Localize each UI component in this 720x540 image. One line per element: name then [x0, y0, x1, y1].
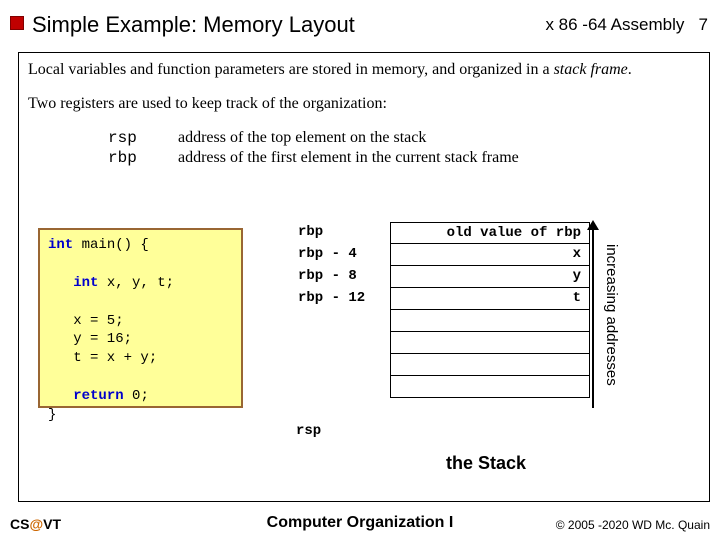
footer-right: © 2005 -2020 WD Mc. Quain	[556, 518, 710, 532]
stack-row: rbp - 4 x	[296, 244, 696, 266]
code-text: 0;	[124, 388, 149, 404]
paragraph-1: Local variables and function parameters …	[28, 60, 702, 80]
stack-offset-label: rbp	[296, 224, 390, 242]
stack-cell	[390, 310, 590, 332]
reg-row-rsp: rsp address of the top element on the st…	[108, 128, 702, 148]
arrow-caption: increasing addresses	[598, 220, 620, 410]
kw-int: int	[48, 237, 73, 253]
reg-desc: address of the first element in the curr…	[178, 148, 519, 168]
code-text: }	[48, 407, 56, 423]
stack-cell	[390, 376, 590, 398]
stack-offset-label: rbp - 4	[296, 246, 390, 264]
reg-desc: address of the top element on the stack	[178, 128, 426, 148]
stack-row	[296, 354, 696, 376]
stack-row: rbp - 8 y	[296, 266, 696, 288]
code-text: x = 5;	[48, 313, 124, 329]
reg-row-rbp: rbp address of the first element in the …	[108, 148, 702, 168]
reg-name: rsp	[108, 128, 178, 148]
code-text: main() {	[73, 237, 149, 253]
code-snippet: int main() { int x, y, t; x = 5; y = 16;…	[38, 228, 243, 408]
topic-text: x 86 -64 Assembly	[545, 15, 684, 34]
stack-cell: t	[390, 288, 590, 310]
stack-caption: the Stack	[446, 452, 526, 475]
kw-return: return	[73, 388, 123, 404]
page-number: 7	[699, 15, 708, 34]
arrow-line-icon	[592, 226, 594, 408]
paragraph-2: Two registers are used to keep track of …	[28, 94, 702, 114]
stack-row	[296, 310, 696, 332]
register-definitions: rsp address of the top element on the st…	[108, 128, 702, 168]
stack-offset-label: rbp - 8	[296, 268, 390, 286]
stack-cell	[390, 354, 590, 376]
stack-cell: old value of rbp	[390, 222, 590, 244]
stack-cell: y	[390, 266, 590, 288]
stack-row: rbp old value of rbp	[296, 222, 696, 244]
stack-offset-label: rbp - 12	[296, 290, 390, 308]
stack-row	[296, 376, 696, 398]
reg-name: rbp	[108, 148, 178, 168]
slide-header: Simple Example: Memory Layout x 86 -64 A…	[0, 12, 720, 42]
stack-row	[296, 332, 696, 354]
code-text: t = x + y;	[48, 350, 157, 366]
slide-topic: x 86 -64 Assembly 7	[545, 15, 708, 35]
code-text: x, y, t;	[98, 275, 174, 291]
p1-italic: stack frame	[554, 61, 628, 78]
title-bullet-icon	[10, 16, 24, 30]
p1-text-c: .	[628, 61, 632, 78]
stack-cell	[390, 332, 590, 354]
stack-diagram: rbp old value of rbp rbp - 4 x rbp - 8 y…	[296, 222, 696, 398]
rsp-label: rsp	[296, 423, 390, 441]
kw-int: int	[73, 275, 98, 291]
stack-cell: x	[390, 244, 590, 266]
p1-text-a: Local variables and function parameters …	[28, 61, 554, 78]
slide-title: Simple Example: Memory Layout	[32, 12, 355, 38]
stack-row: rbp - 12 t	[296, 288, 696, 310]
slide-content: Local variables and function parameters …	[28, 60, 702, 186]
slide-footer: CS@VT Computer Organization I © 2005 -20…	[0, 510, 720, 532]
code-text: y = 16;	[48, 331, 132, 347]
